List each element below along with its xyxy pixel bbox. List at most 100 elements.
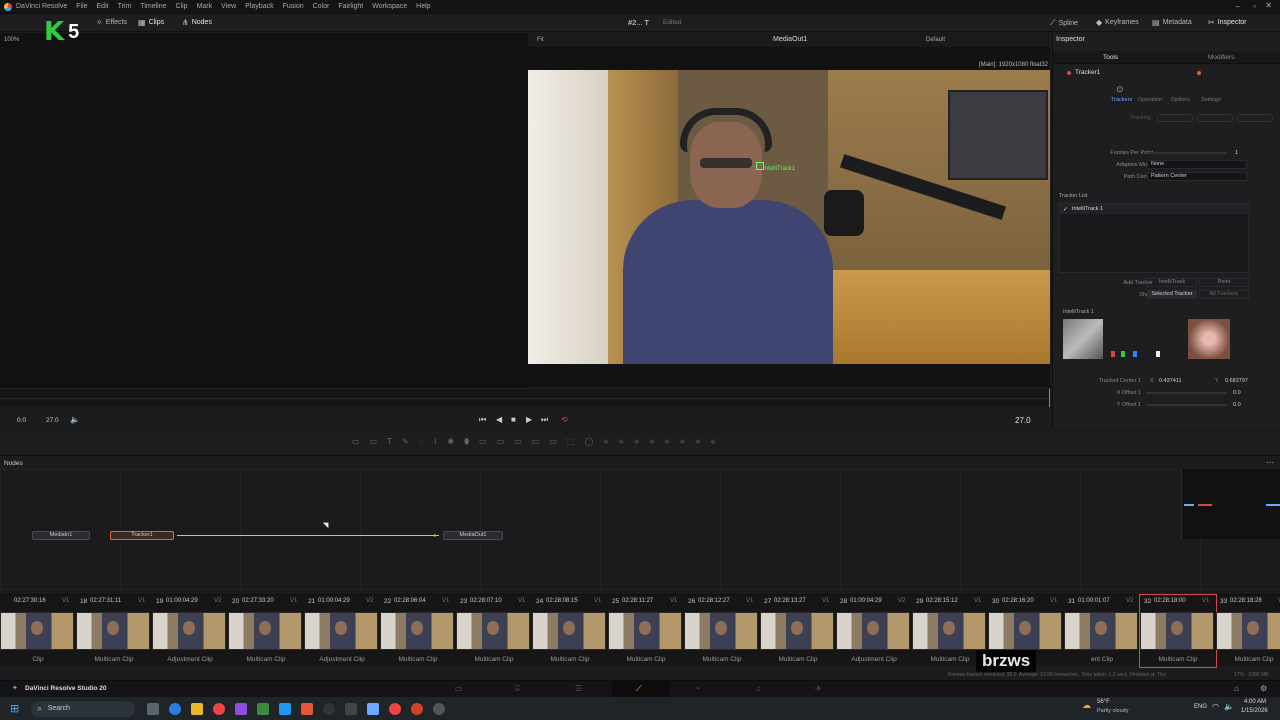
edge-icon[interactable] <box>169 702 182 715</box>
clip-thumbnail[interactable] <box>380 612 454 650</box>
tab-modifiers[interactable]: Modifiers <box>1208 54 1234 61</box>
chrome-icon[interactable] <box>389 702 402 715</box>
app-icon[interactable] <box>257 702 270 715</box>
tracker-point-marker[interactable] <box>756 162 764 170</box>
loop-icon[interactable]: ⟲ <box>561 415 568 424</box>
settings-icon[interactable]: ⚙ <box>1260 684 1267 693</box>
current-frame[interactable]: 27.0 <box>1015 416 1031 425</box>
clip-thumbnail[interactable] <box>1140 612 1214 650</box>
page-color-icon[interactable]: ◔ <box>695 684 700 693</box>
menu-help[interactable]: Help <box>416 3 430 10</box>
y-offset-value[interactable]: 0.0 <box>1233 402 1241 408</box>
x-offset-value[interactable]: 0.0 <box>1233 390 1241 396</box>
minimize-icon[interactable]: – <box>1236 2 1240 11</box>
app-icon[interactable] <box>279 702 292 715</box>
home-icon[interactable]: ⌂ <box>1234 684 1239 693</box>
fit-dropdown[interactable]: Fit <box>537 37 544 43</box>
clip-thumbnail[interactable] <box>456 612 530 650</box>
menu-fairlight[interactable]: Fairlight <box>338 3 363 10</box>
menu-clip[interactable]: Clip <box>176 3 188 10</box>
clip-item[interactable]: 22 02:28:06:04 V1 Multicam Clip <box>380 595 456 667</box>
page-fairlight-icon[interactable]: ♫ <box>755 684 761 693</box>
tracker-list-item[interactable]: ✓ IntelliTrack 1 <box>1060 204 1250 214</box>
frames-per-point-slider[interactable] <box>1147 152 1227 154</box>
page-fusion-active[interactable]: ⟋ <box>612 681 670 698</box>
add-point-button[interactable]: Point <box>1199 278 1249 287</box>
clip-thumbnail[interactable] <box>912 612 986 650</box>
app-icon[interactable] <box>235 702 248 715</box>
clip-item[interactable]: 26 02:28:12:27 V1 Multicam Clip <box>684 595 760 667</box>
clip-thumbnail[interactable] <box>1064 612 1138 650</box>
x-offset-slider[interactable] <box>1147 392 1227 394</box>
clip-item[interactable]: 25 02:28:11:27 V1 Multicam Clip <box>608 595 684 667</box>
video-frame[interactable]: IntelliTrack1 <box>528 70 1050 364</box>
menu-file[interactable]: File <box>76 3 87 10</box>
effects-button[interactable]: ✧ Effects <box>96 18 127 27</box>
menu-mark[interactable]: Mark <box>197 3 213 10</box>
track-forward-button[interactable] <box>1237 114 1273 122</box>
page-media-icon[interactable]: ▭ <box>455 684 463 693</box>
clip-item[interactable]: 24 02:28:08:15 V1 Multicam Clip <box>532 595 608 667</box>
tracked-center-x-value[interactable]: 0.437411 <box>1159 378 1182 384</box>
play-icon[interactable]: ▶ <box>526 415 532 424</box>
fusion-tool-icons[interactable]: ▭▭T✎◌⌇✱⬮▭▭▭▭▭⬚◯⟡⟡⟡⟡⟡⟡⟡⟡ <box>352 437 726 447</box>
clip-thumbnail[interactable] <box>836 612 910 650</box>
left-viewer[interactable]: 100% <box>0 33 528 388</box>
weather-icon[interactable]: ☁ <box>1082 700 1091 711</box>
clip-item[interactable]: 18 02:27:31:11 V1 Multicam Clip <box>76 595 152 667</box>
clip-thumbnail[interactable] <box>228 612 302 650</box>
add-intellitrack-button[interactable]: IntelliTrack <box>1147 278 1197 287</box>
menu-fusion[interactable]: Fusion <box>283 3 304 10</box>
playhead[interactable] <box>1010 389 1050 407</box>
search-box[interactable]: ⌕ Search <box>31 700 136 717</box>
clip-thumbnail[interactable] <box>152 612 226 650</box>
spline-button[interactable]: ⟋ Spline <box>1050 18 1078 28</box>
clip-item[interactable]: 23 02:28:07:10 V1 Multicam Clip <box>456 595 532 667</box>
menu-playback[interactable]: Playback <box>245 3 273 10</box>
clips-button[interactable]: ▦ Clips <box>138 18 164 27</box>
menu-color[interactable]: Color <box>313 3 330 10</box>
frames-per-point-value[interactable]: 1 <box>1235 150 1238 156</box>
task-view-icon[interactable] <box>147 702 160 715</box>
close-icon[interactable]: ✕ <box>1265 1 1272 10</box>
time-ruler[interactable] <box>0 388 1050 407</box>
y-offset-slider[interactable] <box>1147 404 1227 406</box>
menu-trim[interactable]: Trim <box>118 3 132 10</box>
wifi-icon[interactable]: ◠ <box>1212 702 1219 711</box>
checkbox-checked-icon[interactable]: ✓ <box>1063 206 1068 213</box>
node-tracker1[interactable]: Tracker1 <box>110 531 174 540</box>
page-edit-icon[interactable]: ☰ <box>575 684 582 693</box>
node-editor[interactable]: ▸ MediaIn1 Tracker1 MediaOut1 <box>0 469 1280 592</box>
clip-item[interactable]: 21 01:00:04:29 V2 Adjustment Clip <box>304 595 380 667</box>
explorer-icon[interactable] <box>191 702 204 715</box>
end-time[interactable]: 27.0 <box>46 417 59 424</box>
menu-view[interactable]: View <box>221 3 236 10</box>
adaptive-mode-dropdown[interactable]: None <box>1147 160 1247 169</box>
subtab-operation[interactable]: Operation <box>1138 97 1162 103</box>
clip-item[interactable]: 3302:28:18:28V1Multicam Clip <box>1216 595 1280 667</box>
more-options-icon[interactable]: ⋯ <box>1266 458 1274 467</box>
show-selected-button[interactable]: Selected Tracker <box>1147 290 1197 299</box>
clip-thumbnail[interactable] <box>304 612 378 650</box>
node-mediaout1[interactable]: MediaOut1 <box>443 531 503 540</box>
clip-thumbnail[interactable] <box>0 612 74 650</box>
start-time[interactable]: 0.0 <box>17 417 26 424</box>
volume-icon[interactable]: 🔈 <box>1224 702 1234 711</box>
page-deliver-icon[interactable]: ✈ <box>815 684 822 693</box>
clip-thumbnail[interactable] <box>532 612 606 650</box>
lut-dropdown[interactable]: Default <box>926 37 945 43</box>
clip-item[interactable]: 31 01:00:01:07 V2 ent Clip <box>1064 595 1140 667</box>
clip-item[interactable]: 32 02:28:18:00 V1 Multicam Clip <box>1139 594 1217 668</box>
page-cut-icon[interactable]: ⌸ <box>515 684 520 694</box>
clip-thumbnail[interactable] <box>760 612 834 650</box>
media-player-icon[interactable] <box>433 702 446 715</box>
menu-timeline[interactable]: Timeline <box>140 3 166 10</box>
clip-item[interactable]: 28 01:00:04:29 V2 Adjustment Clip <box>836 595 912 667</box>
clip-item[interactable]: 19 01:00:04:29 V2 Adjustment Clip <box>152 595 228 667</box>
clock-date[interactable]: 1/15/2026 <box>1241 708 1268 714</box>
audio-icon[interactable]: 🔈 <box>70 415 80 424</box>
language[interactable]: ENG <box>1194 704 1207 710</box>
subtab-settings[interactable]: Settings <box>1201 97 1221 103</box>
keyframes-button[interactable]: ◆ Keyframes <box>1096 18 1139 27</box>
clip-thumbnail[interactable] <box>608 612 682 650</box>
